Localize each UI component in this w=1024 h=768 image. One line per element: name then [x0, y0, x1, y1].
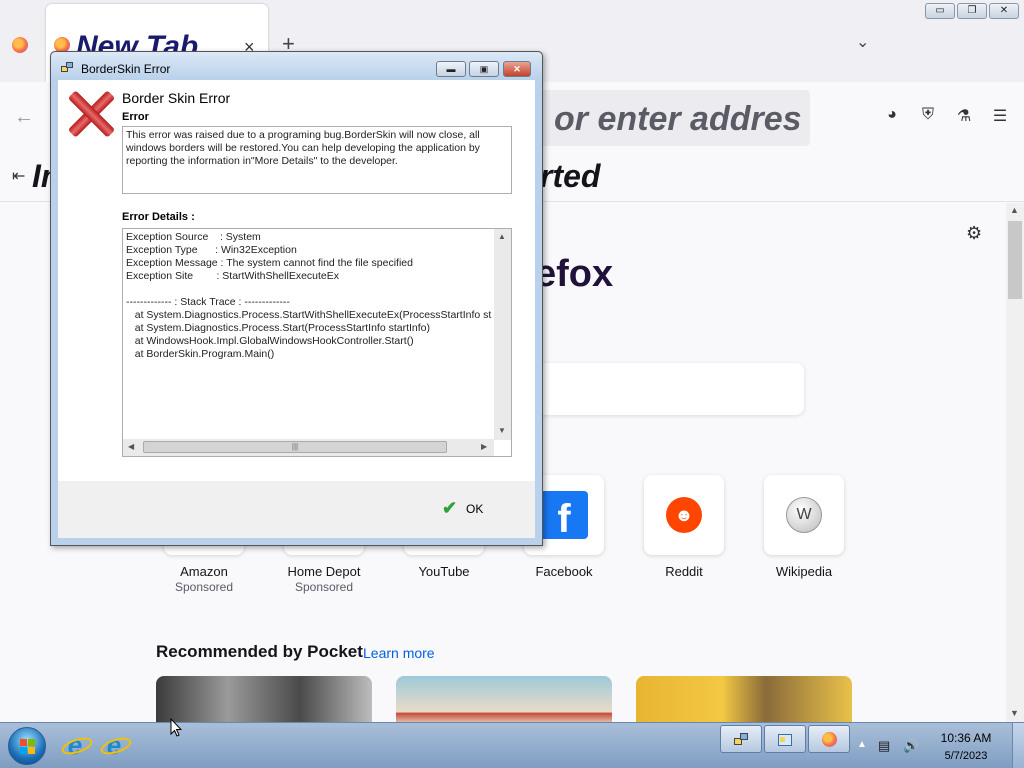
error-x-icon [66, 88, 114, 140]
horizontal-scroll-thumb[interactable]: ||| [143, 441, 447, 453]
detail-line: at BorderSkin.Program.Main() [126, 348, 275, 360]
volume-icon[interactable]: 🔊 [903, 738, 919, 754]
dialog-body: Border Skin Error Error This error was r… [58, 80, 535, 481]
windows-logo-icon [20, 739, 36, 755]
error-details-box[interactable]: Exception Source : System Exception Type… [122, 228, 512, 457]
firefox-wordmark: efox [535, 253, 614, 295]
detail-line: Exception Type : Win32Exception [126, 244, 297, 256]
scroll-left-icon[interactable]: ◀ [128, 442, 134, 451]
tab-list-icon[interactable]: ⌄ [856, 32, 869, 52]
detail-line: Exception Site : StartWithShellExecuteEx [126, 270, 340, 282]
detail-line [126, 283, 492, 296]
details-vertical-scrollbar[interactable]: ▲ ▼ [494, 229, 511, 440]
reddit-icon: ☻ [666, 497, 702, 533]
minimize-button[interactable]: ▭ [925, 3, 955, 19]
url-bar[interactable]: or enter addres [540, 90, 810, 146]
scroll-up-icon[interactable]: ▲ [498, 232, 506, 241]
dialog-maximize-button[interactable]: ▣ [469, 61, 499, 77]
dialog-footer: ✔ OK [58, 481, 535, 538]
dialog-minimize-button[interactable]: ▬ [436, 61, 466, 77]
close-button[interactable]: ✕ [989, 3, 1019, 19]
firefox-view-icon[interactable] [12, 37, 28, 53]
shortcut-label: Facebook [535, 564, 593, 579]
shortcut-label: Amazon [180, 564, 228, 579]
error-dialog: BorderSkin Error ▬ ▣ ✕ Border Skin Error… [50, 51, 543, 546]
scroll-down-icon[interactable]: ▼ [498, 426, 506, 435]
shortcut-label: Home Depot [287, 564, 361, 579]
ok-button[interactable]: ✔ OK [432, 496, 492, 522]
dialog-titlebar[interactable]: BorderSkin Error ▬ ▣ ✕ [51, 52, 542, 80]
taskbar-borderskin-button[interactable] [720, 725, 762, 753]
error-message-box[interactable]: This error was raised due to a programin… [122, 126, 512, 194]
extensions-icon[interactable]: ⚗ [954, 106, 974, 126]
detail-line: Exception Message : The system cannot fi… [126, 257, 413, 269]
show-desktop-button[interactable] [1012, 723, 1024, 768]
error-details-text: Exception Source : System Exception Type… [126, 231, 492, 436]
detail-line: ------------- : Stack Trace : ----------… [126, 296, 290, 308]
detail-line: at System.Diagnostics.Process.StartWithS… [126, 309, 492, 321]
internet-explorer-icon[interactable]: e [99, 729, 129, 761]
pocket-card-image[interactable] [396, 676, 612, 722]
error-details-label: Error Details : [122, 211, 195, 223]
taskbar-firefox-button[interactable] [808, 725, 850, 753]
start-button[interactable] [8, 727, 46, 765]
shortcut-label: YouTube [418, 564, 470, 579]
facebook-icon: f [540, 491, 588, 541]
menu-icon[interactable]: ☰ [990, 106, 1010, 126]
dialog-close-button[interactable]: ✕ [503, 61, 531, 77]
scroll-down-icon[interactable]: ▼ [1010, 708, 1019, 718]
borderskin-app-icon [734, 732, 749, 747]
shortcut-sponsored: Sponsored [174, 580, 234, 594]
taskbar: e e ▲ ▤ 🔊 10:36 AM 5/7/2023 [0, 722, 1024, 768]
back-arrow-icon[interactable]: ← [14, 106, 34, 129]
import-icon: ⇤ [12, 168, 26, 185]
mouse-cursor-icon [170, 717, 183, 738]
pocket-icon[interactable]: ◕ [882, 106, 902, 124]
pocket-learn-more-link[interactable]: Learn more [363, 645, 435, 661]
pocket-card-image[interactable] [636, 676, 852, 722]
firefox-icon [822, 732, 837, 747]
scroll-right-icon[interactable]: ▶ [481, 442, 487, 451]
search-box[interactable] [520, 363, 804, 415]
details-horizontal-scrollbar[interactable]: ◀ ||| ▶ [123, 439, 494, 456]
wikipedia-icon: W [786, 497, 822, 533]
gear-icon[interactable]: ⚙ [966, 223, 982, 244]
shortcut-label: Reddit [665, 564, 703, 579]
pocket-card-image[interactable] [156, 676, 372, 722]
clock-time[interactable]: 10:36 AM [930, 731, 1002, 745]
shortcut-tile-wikipedia[interactable]: W [764, 475, 844, 555]
checkmark-icon: ✔ [442, 498, 458, 518]
ok-label: OK [466, 502, 484, 516]
shortcut-sponsored: Sponsored [294, 580, 354, 594]
pocket-section-title: Recommended by Pocket [156, 642, 363, 661]
detail-line: at System.Diagnostics.Process.Start(Proc… [126, 322, 431, 334]
scroll-thumb[interactable] [1008, 221, 1022, 299]
detail-line: Exception Source : System [126, 231, 261, 243]
window-app-icon [778, 732, 793, 747]
taskbar-app-button[interactable] [764, 725, 806, 753]
dialog-heading: Border Skin Error [122, 90, 231, 106]
getting-started-link[interactable]: rted [540, 158, 600, 195]
network-icon[interactable]: ▤ [878, 738, 890, 754]
page-scrollbar[interactable]: ▲ ▼ [1006, 203, 1024, 722]
ublock-icon[interactable]: ⛨ [918, 106, 938, 124]
tray-expand-icon[interactable]: ▲ [857, 739, 867, 750]
clock-date[interactable]: 5/7/2023 [930, 750, 1002, 762]
borderskin-app-icon [61, 62, 75, 74]
url-placeholder: or enter addres [554, 100, 802, 138]
detail-line: at WindowsHook.Impl.GlobalWindowsHookCon… [126, 335, 414, 347]
internet-explorer-icon[interactable]: e [60, 729, 90, 761]
shortcut-label: Wikipedia [775, 564, 833, 579]
restore-button[interactable]: ❐ [957, 3, 987, 19]
scroll-up-icon[interactable]: ▲ [1010, 205, 1019, 215]
dialog-title: BorderSkin Error [81, 62, 171, 76]
error-label: Error [122, 111, 149, 123]
shortcut-tile-reddit[interactable]: ☻ [644, 475, 724, 555]
